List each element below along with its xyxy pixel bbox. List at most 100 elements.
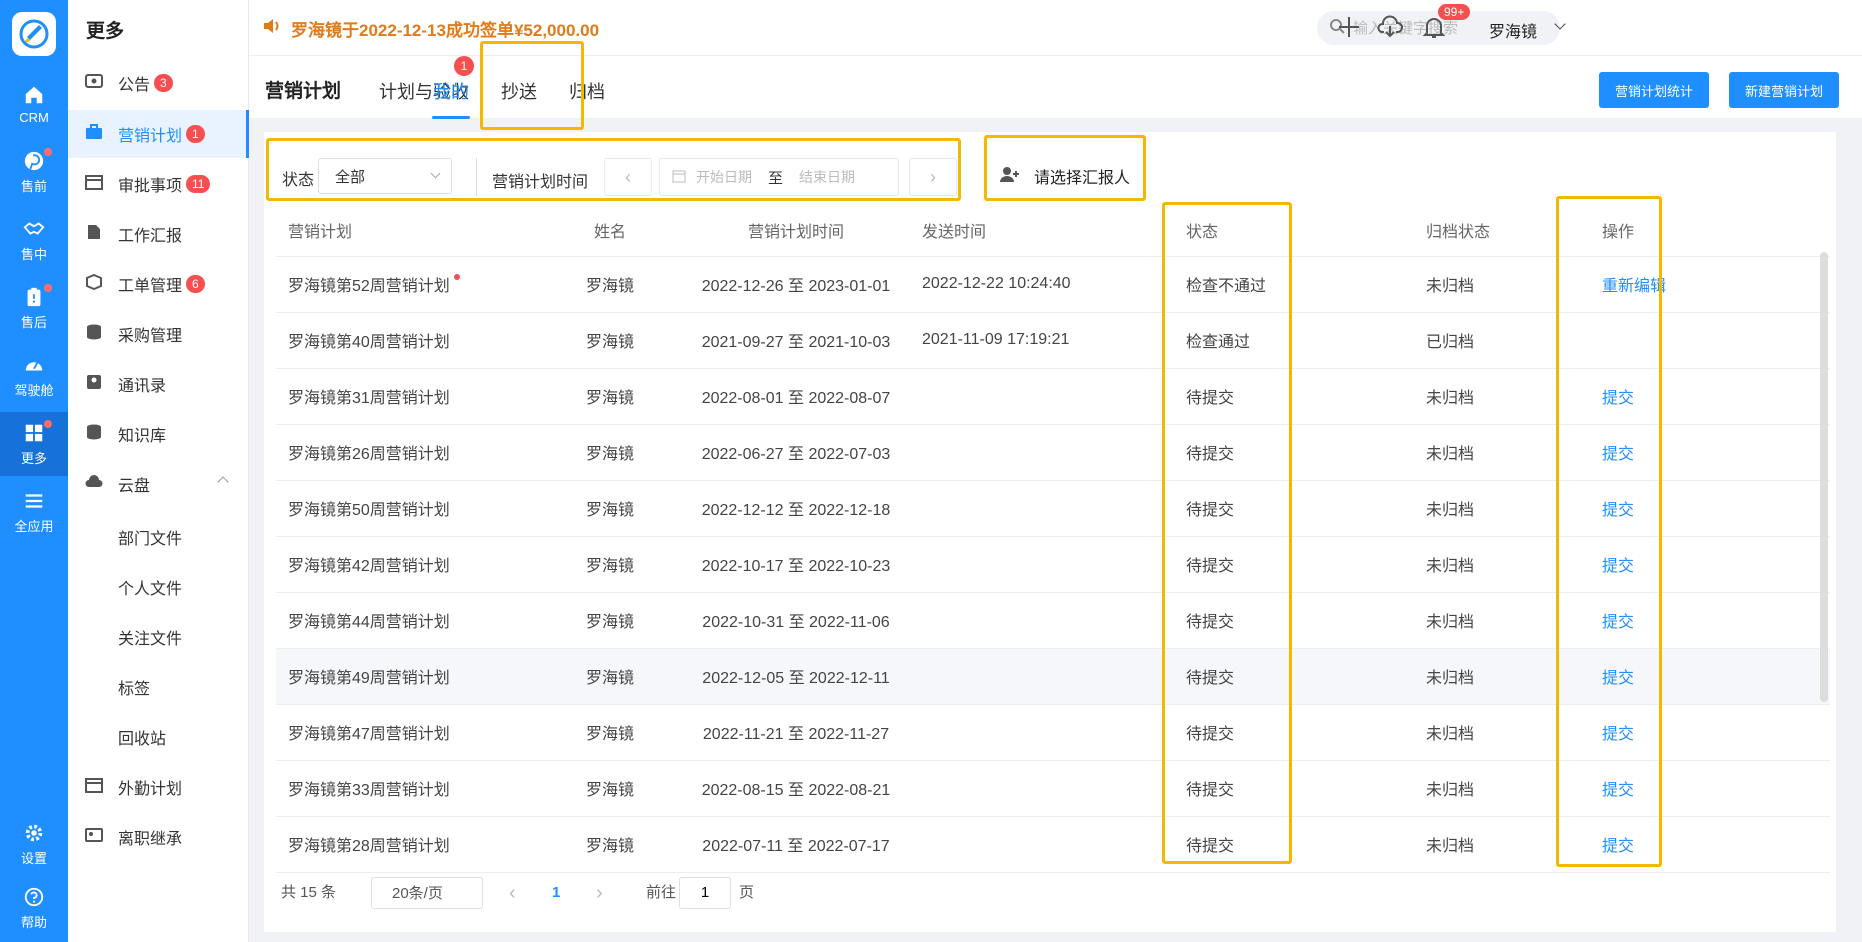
action-link[interactable]: 提交 [1602,390,1634,407]
col-header-status[interactable]: 状态 [1174,204,1426,257]
cell-plan: 罗海镜第47周营销计划 [276,704,550,761]
submenu-item-15[interactable]: 离职继承 [68,813,249,861]
submenu-item-13[interactable]: 回收站 [68,713,249,761]
action-link[interactable]: 提交 [1602,726,1634,743]
cell-status-text: 待提交 [1186,390,1235,407]
start-date-input[interactable]: 开始日期 [696,167,752,187]
cell-status-text: 待提交 [1186,838,1235,855]
submenu-item-label: 部门文件 [118,531,183,548]
col-header-sent-time[interactable]: 发送时间 [922,204,1174,257]
submenu-item-5[interactable]: 采购管理 [68,310,249,358]
cell-plan-text: 罗海镜第47周营销计划 [288,726,450,743]
table-row[interactable]: 罗海镜第33周营销计划 罗海镜 2022-08-15 至 2022-08-21 待提交… [276,760,1830,817]
cell-status-text: 待提交 [1186,446,1235,463]
rail-item-presale[interactable]: 售前 [0,140,68,204]
submenu-item-10[interactable]: 个人文件 [68,563,249,611]
add-icon[interactable] [1336,14,1362,40]
cell-plan-time-text: 2022-12-05 至 2022-12-11 [702,670,890,687]
cell-name: 罗海镜 [550,368,670,425]
action-link[interactable]: 提交 [1602,614,1634,631]
chevron-up-icon[interactable] [217,476,229,488]
table-row[interactable]: 罗海镜第26周营销计划 罗海镜 2022-06-27 至 2022-07-03 待提交… [276,424,1830,481]
page-number-current[interactable]: 1 [552,877,560,909]
submenu-item-0[interactable]: 公告 3 [68,59,249,107]
submenu-item-8[interactable]: 云盘 [68,460,249,508]
rail-item-more[interactable]: 更多 [0,412,68,476]
content-card: 状态 全部 营销计划时间 ‹ 开始日期 至 结束日期 › 请选择汇报人 营销计划… [264,132,1836,932]
table-row[interactable]: 罗海镜第52周营销计划 罗海镜 2022-12-26 至 2023-01-01 202… [276,256,1830,313]
tab-mine-badge: 1 [454,56,474,76]
count-badge: 11 [186,175,211,193]
submenu-item-14[interactable]: 外勤计划 [68,763,249,811]
cloud-download-icon[interactable] [1377,14,1404,40]
table-row[interactable]: 罗海镜第47周营销计划 罗海镜 2022-11-21 至 2022-11-27 待提交… [276,704,1830,761]
action-link[interactable]: 提交 [1602,446,1634,463]
cell-sent-time [922,368,1174,425]
rail-item-settings[interactable]: 设置 [0,812,68,876]
submenu-item-2[interactable]: 审批事项 11 [68,160,249,208]
col-header-action: 操作 [1562,204,1830,257]
end-date-input[interactable]: 结束日期 [799,167,855,187]
submenu-item-6[interactable]: 通讯录 [68,360,249,408]
submenu-item-9[interactable]: 部门文件 [68,513,249,561]
table-row[interactable]: 罗海镜第50周营销计划 罗海镜 2022-12-12 至 2022-12-18 待提交… [276,480,1830,537]
user-name[interactable]: 罗海镜 [1489,18,1537,42]
tab-cc[interactable]: 抄送 [501,78,537,104]
col-header-archive-status[interactable]: 归档状态 [1426,204,1562,257]
page-size-select[interactable]: 20条/页 [371,877,483,909]
rail-item-aftersale[interactable]: 售后 [0,276,68,340]
submenu-item-7[interactable]: 知识库 [68,410,249,458]
col-header-plan-time[interactable]: 营销计划时间 [670,204,922,257]
new-plan-button[interactable]: 新建营销计划 [1729,72,1840,108]
action-link[interactable]: 重新编辑 [1602,278,1666,295]
app-logo[interactable] [12,12,56,56]
notice-bar[interactable]: 罗海镜于2022-12-13成功签单¥52,000.00 [263,16,599,41]
cell-sent-time [922,592,1174,649]
action-link[interactable]: 提交 [1602,558,1634,575]
date-range-picker[interactable]: 开始日期 至 结束日期 [659,158,899,196]
table-row[interactable]: 罗海镜第28周营销计划 罗海镜 2022-07-11 至 2022-07-17 待提交… [276,816,1830,873]
rail-item-insale[interactable]: 售中 [0,208,68,272]
submenu-item-1[interactable]: 营销计划 1 [68,110,249,158]
action-link[interactable]: 提交 [1602,670,1634,687]
rail-item-crm[interactable]: CRM [0,74,68,138]
plan-stats-button[interactable]: 营销计划统计 [1599,72,1710,108]
rail-item-allapps[interactable]: 全应用 [0,480,68,544]
tab-mine[interactable]: 我的 [433,78,469,104]
cell-name-text: 罗海镜 [585,558,634,575]
col-header-plan[interactable]: 营销计划 [276,204,550,257]
table-row[interactable]: 罗海镜第42周营销计划 罗海镜 2022-10-17 至 2022-10-23 待提交… [276,536,1830,593]
status-select[interactable]: 全部 [318,158,452,194]
next-page-icon[interactable]: › [596,877,603,909]
cell-archive-status-text: 未归档 [1426,670,1475,687]
action-link[interactable]: 提交 [1602,838,1634,855]
submenu-item-11[interactable]: 关注文件 [68,613,249,661]
prev-period-button[interactable]: ‹ [604,158,652,196]
action-link[interactable]: 提交 [1602,782,1634,799]
pagination: 共 15 条 20条/页 ‹ 1 › 前往 页 [281,877,981,909]
cell-plan-time: 2022-12-12 至 2022-12-18 [670,480,922,537]
tab-archive[interactable]: 归档 [569,78,605,104]
rail-item-cockpit[interactable]: 驾驶舱 [0,344,68,408]
cell-plan-time-text: 2021-09-27 至 2021-10-03 [701,334,891,351]
goto-label: 前往 [646,884,677,901]
goto-page-input[interactable] [679,877,731,909]
table-row[interactable]: 罗海镜第31周营销计划 罗海镜 2022-08-01 至 2022-08-07 待提交… [276,368,1830,425]
prev-page-icon[interactable]: ‹ [509,877,516,909]
calendar-icon [68,777,118,798]
rail-item-help[interactable]: 帮助 [0,876,68,940]
submenu-item-4[interactable]: 工单管理 6 [68,260,249,308]
action-link[interactable]: 提交 [1602,502,1634,519]
submenu-item-12[interactable]: 标签 [68,663,249,711]
table-scrollbar[interactable] [1820,252,1828,702]
submenu-item-3[interactable]: 工作汇报 [68,210,249,258]
speaker-icon [263,18,281,39]
table-row[interactable]: 罗海镜第44周营销计划 罗海镜 2022-10-31 至 2022-11-06 待提交… [276,592,1830,649]
reporter-selector[interactable]: 请选择汇报人 [1000,164,1130,188]
cell-plan: 罗海镜第52周营销计划 [276,256,550,313]
col-header-name[interactable]: 姓名 [550,204,670,257]
next-period-button[interactable]: › [909,158,957,196]
table-row[interactable]: 罗海镜第49周营销计划 罗海镜 2022-12-05 至 2022-12-11 待提交… [276,648,1830,705]
table-row[interactable]: 罗海镜第40周营销计划 罗海镜 2021-09-27 至 2021-10-03 202… [276,312,1830,369]
time-filter-label: 营销计划时间 [492,174,589,191]
